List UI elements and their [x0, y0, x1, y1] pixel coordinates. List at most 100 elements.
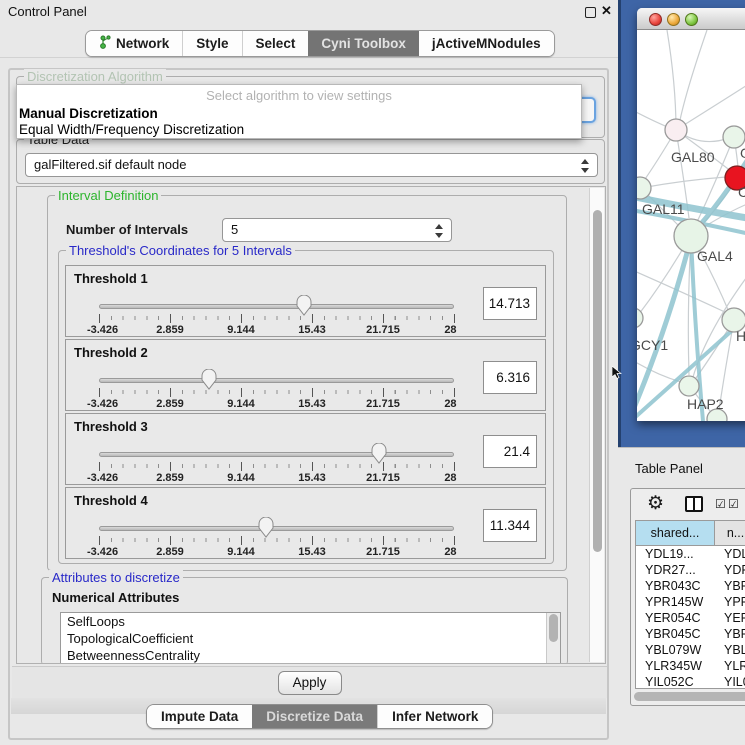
- label-g-partial: G: [740, 145, 745, 161]
- tab-select[interactable]: Select: [242, 31, 309, 56]
- apply-bar: Apply: [12, 666, 607, 698]
- table-data-value: galFiltered.sif default node: [34, 157, 186, 172]
- number-of-intervals-label: Number of Intervals: [66, 222, 188, 237]
- node-table: shared... n... YDL19...YDL1... YDR27...Y…: [635, 520, 745, 689]
- node-gcy1: [637, 308, 643, 328]
- table-row[interactable]: YBL079WYBL0...: [636, 642, 745, 658]
- attributes-list[interactable]: SelfLoops TopologicalCoefficient Between…: [60, 612, 561, 664]
- tab-network[interactable]: Network: [86, 31, 182, 56]
- threshold-4-value-field[interactable]: 11.344: [483, 509, 537, 542]
- network-window-titlebar[interactable]: [637, 8, 745, 30]
- label-h-partial: H: [736, 328, 745, 344]
- threshold-1-panel: Threshold 1 -3.426 2.859 9.144: [65, 265, 546, 337]
- slider-handle[interactable]: [371, 443, 387, 464]
- scrollbar-thumb[interactable]: [634, 692, 745, 701]
- zoom-traffic-light-icon[interactable]: [685, 13, 698, 26]
- table-panel-section: Table Panel ⚙ ☑ ☑ shared... n... YDL19..…: [618, 447, 745, 745]
- threshold-1-slider[interactable]: -3.426 2.859 9.144 15.43 21.715 28: [99, 292, 454, 336]
- threshold-3-value-field[interactable]: 21.4: [483, 435, 537, 468]
- slider-ticks: [99, 462, 454, 471]
- list-item[interactable]: BetweennessCentrality: [61, 647, 560, 664]
- network-view-window: GAL80 G C GAL11 GAL4 H GCY1 HAP2: [637, 8, 745, 421]
- cyni-toolbox-pane: Discretization Algorithm Select algorith…: [8, 68, 609, 740]
- gear-icon[interactable]: ⚙: [647, 492, 664, 515]
- slider-track: [99, 452, 454, 457]
- tab-style[interactable]: Style: [182, 31, 241, 56]
- attributes-group: Attributes to discretize Numerical Attri…: [41, 577, 568, 664]
- table-row[interactable]: YPR145WYPR1...: [636, 594, 745, 610]
- threshold-2-slider[interactable]: -3.426 2.859 9.144 15.43 21.715 28: [99, 366, 454, 410]
- slider-track: [99, 378, 454, 383]
- threshold-4-label: Threshold 4: [74, 493, 148, 508]
- tab-infer-network[interactable]: Infer Network: [377, 705, 492, 728]
- slider-handle[interactable]: [258, 517, 274, 538]
- minimize-traffic-light-icon[interactable]: [667, 13, 680, 26]
- threshold-3-label: Threshold 3: [74, 419, 148, 434]
- table-row[interactable]: YER054CYER0...: [636, 610, 745, 626]
- slider-tick-labels: -3.426 2.859 9.144 15.43 21.715 28: [99, 546, 454, 558]
- thresholds-group: Threshold's Coordinates for 5 Intervals …: [58, 250, 554, 564]
- slider-track: [99, 526, 454, 531]
- slider-track: [99, 304, 454, 309]
- close-icon[interactable]: ✕: [601, 3, 612, 19]
- option-manual-discretization[interactable]: Manual Discretization: [19, 106, 158, 121]
- tab-impute-data[interactable]: Impute Data: [147, 705, 252, 728]
- control-panel: Control Panel ✕ Network Style Select Cyn…: [0, 0, 618, 745]
- slider-handle[interactable]: [201, 369, 217, 390]
- table-data-group: Table Data galFiltered.sif default node: [16, 139, 605, 184]
- column-header-shared-name[interactable]: shared...: [636, 521, 715, 545]
- threshold-2-value-field[interactable]: 6.316: [483, 361, 537, 394]
- slider-tick-labels: -3.426 2.859 9.144 15.43 21.715 28: [99, 324, 454, 336]
- split-view-icon[interactable]: [685, 496, 703, 512]
- threshold-4-slider[interactable]: -3.426 2.859 9.144 15.43 21.715 28: [99, 514, 454, 558]
- threshold-1-label: Threshold 1: [74, 271, 148, 286]
- network-canvas[interactable]: GAL80 G C GAL11 GAL4 H GCY1 HAP2: [637, 30, 745, 421]
- scrollbar-thumb[interactable]: [593, 210, 602, 552]
- label-gal11: GAL11: [642, 201, 685, 217]
- table-toolbar: ⚙ ☑ ☑: [631, 489, 745, 520]
- slider-ticks: [99, 536, 454, 545]
- close-traffic-light-icon[interactable]: [649, 13, 662, 26]
- threshold-2-label: Threshold 2: [74, 345, 148, 360]
- table-row[interactable]: YIL052CYIL0...: [636, 674, 745, 689]
- settings-panel: Interval Definition Number of Intervals …: [16, 186, 606, 664]
- table-horizontal-scrollbar[interactable]: [634, 692, 745, 702]
- slider-handle[interactable]: [296, 295, 312, 316]
- slider-ticks: [99, 314, 454, 323]
- threshold-1-value-field[interactable]: 14.713: [483, 287, 537, 320]
- panel-vertical-scrollbar[interactable]: [589, 188, 604, 662]
- table-row[interactable]: YDL19...YDL1...: [636, 546, 745, 562]
- list-scrollbar[interactable]: [546, 613, 560, 663]
- threshold-4-panel: Threshold 4 -3.426 2.859 9.144: [65, 487, 546, 559]
- algorithm-hint: Select algorithm to view settings: [17, 88, 581, 103]
- checkbox-icon[interactable]: ☑: [728, 497, 739, 511]
- list-item[interactable]: SelfLoops: [61, 613, 560, 630]
- table-row[interactable]: YLR345WYLR3...: [636, 658, 745, 674]
- label-gal4: GAL4: [697, 248, 733, 264]
- node-gal80: [665, 119, 687, 141]
- mouse-cursor: [612, 366, 622, 382]
- combo-spinner-icon: [581, 158, 590, 174]
- tab-jactivemnodules[interactable]: jActiveMNodules: [419, 31, 554, 56]
- list-item[interactable]: TopologicalCoefficient: [61, 630, 560, 647]
- slider-tick-labels: -3.426 2.859 9.144 15.43 21.715 28: [99, 472, 454, 484]
- option-equal-width-frequency[interactable]: Equal Width/Frequency Discretization: [19, 122, 244, 137]
- threshold-3-slider[interactable]: -3.426 2.859 9.144 15.43 21.715 28: [99, 440, 454, 484]
- table-data-combobox[interactable]: galFiltered.sif default node: [25, 153, 598, 177]
- thresholds-group-title: Threshold's Coordinates for 5 Intervals: [66, 243, 295, 258]
- table-row[interactable]: YDR27...YDR2...: [636, 562, 745, 578]
- tab-discretize-data[interactable]: Discretize Data: [252, 705, 377, 728]
- number-of-intervals-combobox[interactable]: 5: [222, 218, 452, 242]
- node-hap2: [679, 376, 699, 396]
- attributes-group-title: Attributes to discretize: [49, 570, 183, 585]
- column-header-name[interactable]: n...: [715, 521, 745, 545]
- apply-button[interactable]: Apply: [278, 671, 342, 695]
- float-window-icon[interactable]: [585, 7, 596, 18]
- checkbox-icon[interactable]: ☑: [715, 497, 726, 511]
- tab-cyni-toolbox[interactable]: Cyni Toolbox: [308, 31, 419, 56]
- table-row[interactable]: YBR045CYBR0...: [636, 626, 745, 642]
- desktop-area: GAL80 G C GAL11 GAL4 H GCY1 HAP2 Table P…: [618, 0, 745, 745]
- number-of-intervals-value: 5: [231, 222, 238, 237]
- table-row[interactable]: YBR043CYBR0...: [636, 578, 745, 594]
- bottom-tab-bar: Impute Data Discretize Data Infer Networ…: [146, 704, 493, 729]
